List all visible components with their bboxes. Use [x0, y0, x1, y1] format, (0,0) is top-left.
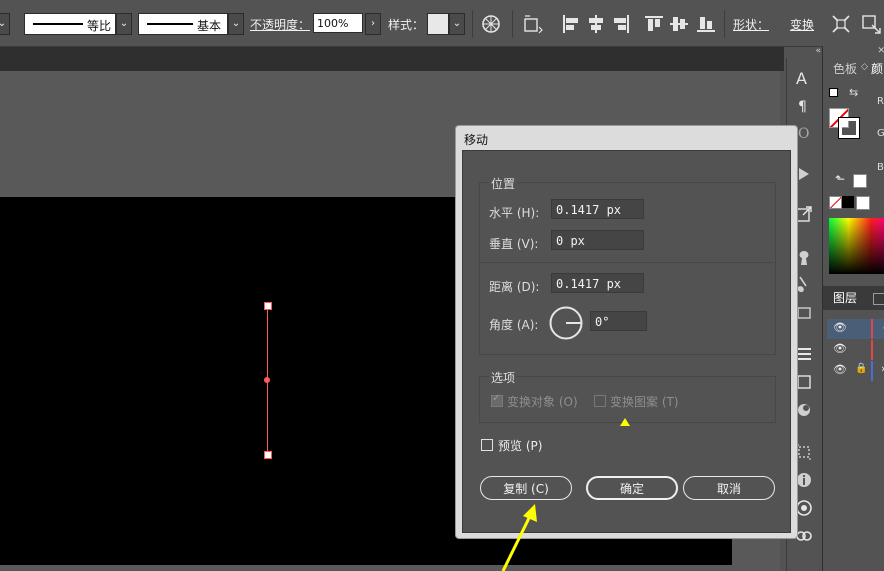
copy-button[interactable]: 复制 (C): [480, 476, 572, 500]
stroke-profile-line: [33, 23, 83, 25]
center-point[interactable]: [264, 377, 270, 383]
position-group-title: 位置: [489, 175, 518, 192]
visibility-eye-icon[interactable]: 👁: [833, 321, 847, 334]
tab-color[interactable]: 颜: [871, 58, 883, 80]
artboards-tab-icon[interactable]: [873, 293, 884, 305]
align-left-icon[interactable]: [560, 13, 582, 35]
horizontal-label: 水平 (H):: [489, 206, 540, 220]
layer-row[interactable]: 👁: [827, 340, 884, 360]
visibility-eye-icon[interactable]: 👁: [833, 342, 847, 355]
tab-swatches[interactable]: 色板: [833, 58, 857, 80]
tab-layers[interactable]: 图层: [833, 287, 857, 309]
opacity-label[interactable]: 不透明度：: [250, 16, 310, 33]
visibility-eye-icon[interactable]: 👁: [833, 363, 847, 376]
stroke-profile-chevron-icon[interactable]: ⌄: [116, 13, 132, 35]
dialog-body: 位置 水平 (H): 0.1417 px 垂直 (V): 0 px 距离 (D)…: [462, 150, 791, 533]
brush-label: 基本: [197, 19, 222, 33]
stroke-profile-label: 等比: [87, 19, 112, 33]
brush-line: [147, 23, 193, 25]
align-to-icon[interactable]: [522, 13, 544, 35]
recolor-artwork-icon[interactable]: [480, 13, 502, 35]
annotation-triangle-icon: [620, 418, 630, 426]
collapse-icon[interactable]: «: [787, 46, 821, 56]
type-icon[interactable]: A: [794, 68, 814, 88]
transform-pattern-label: 变换图案 (T): [610, 395, 679, 409]
transform-pattern-checkbox[interactable]: [594, 395, 606, 407]
align-center-horizontal-icon[interactable]: [585, 13, 607, 35]
dialog-title: 移动: [464, 133, 489, 147]
channel-b-label: B: [877, 162, 884, 173]
stroke-profile-dropdown[interactable]: 等比: [24, 13, 116, 35]
anchor-point-bottom[interactable]: [264, 451, 272, 459]
svg-text:O: O: [798, 126, 809, 142]
document-tab-bar: [0, 47, 784, 71]
style-swatch[interactable]: [427, 13, 449, 35]
opacity-arrow-icon[interactable]: ›: [365, 13, 381, 35]
preview-checkbox[interactable]: [481, 439, 493, 451]
none-swatch[interactable]: [829, 196, 842, 209]
swatches-menu-icon[interactable]: ◇: [861, 62, 868, 72]
layer-row[interactable]: 👁 ⌄: [827, 319, 884, 339]
channel-r-label: R: [877, 96, 884, 107]
annotation-arrow-icon: [501, 504, 537, 571]
ok-button[interactable]: 确定: [586, 476, 678, 500]
default-colors-icon[interactable]: [829, 88, 838, 97]
align-top-icon[interactable]: [643, 13, 665, 35]
channel-g-label: G: [877, 128, 884, 139]
style-chevron-icon[interactable]: ⌄: [449, 13, 465, 35]
shape-label[interactable]: 形状：: [733, 16, 769, 33]
distance-label: 距离 (D):: [489, 280, 540, 294]
black-swatch[interactable]: [842, 196, 854, 208]
style-label: 样式：: [388, 18, 425, 32]
distance-input[interactable]: 0.1417 px: [551, 273, 644, 293]
preview-label: 预览 (P): [498, 439, 543, 453]
color-spectrum[interactable]: [829, 218, 884, 274]
out-of-gamut-icon[interactable]: ⬑: [835, 172, 845, 186]
lock-icon[interactable]: 🔒: [855, 363, 867, 374]
angle-label: 角度 (A):: [489, 318, 539, 332]
vertical-input[interactable]: 0 px: [551, 230, 644, 250]
swap-colors-icon[interactable]: ⇆: [849, 86, 858, 99]
vertical-label: 垂直 (V):: [489, 237, 539, 251]
white-swatch[interactable]: [856, 196, 870, 210]
align-center-vertical-icon[interactable]: [668, 13, 690, 35]
anchor-point-top[interactable]: [264, 302, 272, 310]
transform-objects-label: 变换对象 (O): [507, 395, 578, 409]
layer-row[interactable]: 👁 🔒 ›: [827, 361, 884, 381]
cancel-button[interactable]: 取消: [683, 476, 775, 500]
brush-chevron-icon[interactable]: ⌄: [228, 13, 244, 35]
control-bar: ⌄ 等比 ⌄ 基本 ⌄ 不透明度： 100% › 样式： ⌄ 形状： 变换: [0, 0, 884, 47]
horizontal-input[interactable]: 0.1417 px: [551, 199, 644, 219]
isolate-icon[interactable]: [860, 13, 882, 35]
svg-text:A: A: [796, 69, 807, 88]
align-right-icon[interactable]: [610, 13, 632, 35]
right-panels: ✕ 色板 ◇ 颜 ⇆ R G B ⬑ 图层 👁 ⌄ 👁 👁 🔒 ›: [822, 46, 884, 571]
opacity-input[interactable]: 100%: [313, 13, 363, 33]
options-group-title: 选项: [489, 369, 518, 386]
stroke-swatch[interactable]: [838, 117, 860, 139]
transform-objects-checkbox[interactable]: ✓: [491, 393, 503, 407]
svg-text:¶: ¶: [798, 99, 807, 115]
panel-close-icon[interactable]: ✕: [877, 46, 884, 56]
align-bottom-icon[interactable]: [695, 13, 717, 35]
angle-input[interactable]: 0°: [590, 311, 647, 331]
move-dialog: 移动 位置 水平 (H): 0.1417 px 垂直 (V): 0 px 距离 …: [455, 125, 798, 539]
brush-dropdown[interactable]: 基本: [138, 13, 228, 35]
paragraph-icon[interactable]: ¶: [794, 96, 814, 116]
web-safe-swatch[interactable]: [853, 174, 867, 188]
left-dropdown-button[interactable]: ⌄: [0, 13, 10, 35]
angle-dial-icon[interactable]: [548, 305, 584, 341]
transform-button[interactable]: 变换: [790, 16, 814, 33]
transform-selection-icon[interactable]: [830, 13, 852, 35]
